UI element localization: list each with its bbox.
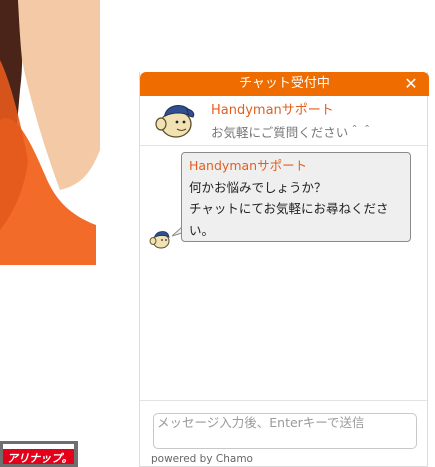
background-photo	[0, 0, 100, 265]
header-divider	[140, 145, 427, 146]
mascot-avatar-icon	[155, 105, 195, 138]
agent-name: Handymanサポート	[211, 103, 334, 118]
chat-widget: チャット受付中 ✕ Handymanサポート お気軽にご質問ください＾＾ Han…	[139, 72, 429, 467]
message-line-2: チャットにてお気軽にお尋ねくださ	[189, 201, 389, 216]
brand-banner-text: アリナップ。	[3, 449, 74, 464]
close-icon[interactable]: ✕	[402, 74, 420, 94]
photo-image	[0, 0, 100, 265]
message-sender: Handymanサポート	[189, 158, 308, 173]
chat-header-title: チャット受付中	[239, 76, 330, 91]
message-line-3: い。	[189, 222, 215, 238]
brand-banner[interactable]: アリナップ。	[0, 441, 78, 467]
input-divider	[140, 400, 427, 401]
message-input[interactable]	[153, 413, 417, 449]
agent-status: お気軽にご質問ください＾＾	[211, 125, 374, 140]
agent-avatar	[149, 98, 199, 142]
agent-info: Handymanサポート お気軽にご質問ください＾＾	[140, 96, 429, 144]
message-bubble: Handymanサポート 何かお悩みでしょうか？ チャットにてお気軽にお尋ねくだ…	[181, 152, 411, 242]
powered-by-link[interactable]: powered by Chamo	[151, 453, 253, 465]
message-line-1: 何かお悩みでしょうか？	[189, 179, 327, 195]
page: アリナップ。 チャット受付中 ✕ Handymanサポート お気軽にご質問くださ…	[0, 0, 435, 467]
mascot-avatar-icon	[149, 231, 170, 249]
chat-header[interactable]: チャット受付中 ✕	[140, 72, 429, 96]
message-avatar	[147, 228, 173, 250]
